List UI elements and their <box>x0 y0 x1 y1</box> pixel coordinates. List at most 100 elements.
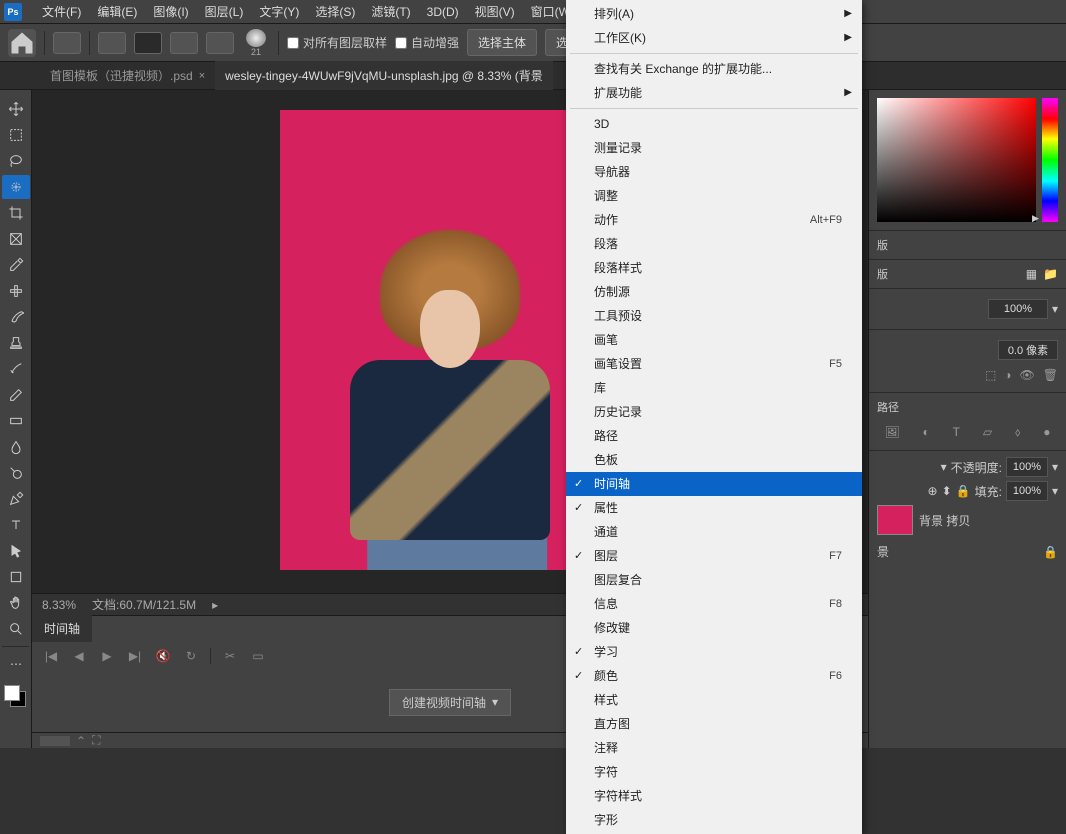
lasso-tool[interactable] <box>2 149 30 173</box>
menu-filter[interactable]: 滤镜(T) <box>363 0 418 24</box>
opacity-input[interactable] <box>1006 457 1048 477</box>
blur-tool[interactable] <box>2 435 30 459</box>
close-icon[interactable]: × <box>199 70 205 82</box>
grid-icon[interactable]: ▦ <box>1026 267 1037 281</box>
layer-name[interactable]: 背景 拷贝 <box>919 512 970 529</box>
menu-library[interactable]: 库 <box>566 376 862 400</box>
dot-icon[interactable]: ● <box>1043 425 1050 440</box>
menu-info[interactable]: 信息F8 <box>566 592 862 616</box>
chevron-down-icon[interactable]: ▾ <box>941 460 947 474</box>
menu-styles[interactable]: 样式 <box>566 688 862 712</box>
eraser-tool[interactable] <box>2 383 30 407</box>
menu-brush-settings[interactable]: 画笔设置F5 <box>566 352 862 376</box>
shape2-icon[interactable]: ▱ <box>983 425 992 440</box>
sel-icon[interactable]: ⬚ <box>985 368 996 382</box>
marquee-tool[interactable] <box>2 123 30 147</box>
audio-icon[interactable]: 🔇 <box>154 647 172 665</box>
menu-view[interactable]: 视图(V) <box>467 0 523 24</box>
color-swatches[interactable] <box>4 685 26 707</box>
edit-toolbar[interactable]: ⋯ <box>2 652 30 676</box>
expand-icon[interactable]: ⛶ <box>92 733 100 748</box>
dodge-tool[interactable] <box>2 461 30 485</box>
swatches-tab[interactable]: 版 <box>877 240 888 252</box>
chevron-down-icon[interactable]: ▾ <box>1052 460 1058 474</box>
tool-preset[interactable] <box>53 32 81 54</box>
heal-tool[interactable] <box>2 279 30 303</box>
transition-icon[interactable]: ▭ <box>249 647 267 665</box>
create-video-timeline-button[interactable]: 创建视频时间轴▾ <box>389 689 511 716</box>
menu-find-extensions[interactable]: 查找有关 Exchange 的扩展功能... <box>566 57 862 81</box>
menu-color[interactable]: ✓颜色F6 <box>566 664 862 688</box>
menu-history[interactable]: 历史记录 <box>566 400 862 424</box>
selection-new[interactable] <box>98 32 126 54</box>
mask2-icon[interactable]: ◐ <box>923 425 930 440</box>
pen-tool[interactable] <box>2 487 30 511</box>
eyedropper-tool[interactable] <box>2 253 30 277</box>
move-tool[interactable] <box>2 97 30 121</box>
img-icon[interactable]: 🖼 <box>884 425 899 440</box>
menu-adjustments[interactable]: 调整 <box>566 184 862 208</box>
stamp-tool[interactable] <box>2 331 30 355</box>
menu-brush[interactable]: 画笔 <box>566 328 862 352</box>
menu-channels[interactable]: 通道 <box>566 520 862 544</box>
type-tool[interactable] <box>2 513 30 537</box>
sample-all-layers[interactable]: 对所有图层取样 <box>287 34 387 51</box>
menu-clone-source[interactable]: 仿制源 <box>566 280 862 304</box>
prev-frame-icon[interactable]: ◀ <box>70 647 88 665</box>
layer-row[interactable]: 景 🔒 <box>877 539 1058 564</box>
selection-add[interactable] <box>134 32 162 54</box>
shape-tool[interactable] <box>2 565 30 589</box>
menu-3d[interactable]: 3D <box>566 112 862 136</box>
chevron-down-icon[interactable]: ▾ <box>1052 484 1058 498</box>
trash-icon[interactable]: 🗑 <box>1043 368 1058 382</box>
folder-icon[interactable]: 📁 <box>1043 267 1058 281</box>
menu-extensions[interactable]: 扩展功能▶ <box>566 81 862 105</box>
lock-icon[interactable]: 🔒 <box>1043 545 1058 559</box>
selection-sub[interactable] <box>170 32 198 54</box>
menu-paragraph[interactable]: 段落 <box>566 232 862 256</box>
document-tab-1[interactable]: 首图模板（迅捷视频）.psd× <box>40 61 215 90</box>
menu-select[interactable]: 选择(S) <box>307 0 363 24</box>
zoom-tool[interactable] <box>2 617 30 641</box>
gradient-tool[interactable] <box>2 409 30 433</box>
menu-image[interactable]: 图像(I) <box>145 0 196 24</box>
menu-glyphs[interactable]: 字形 <box>566 808 862 832</box>
footer-seg[interactable] <box>40 736 70 746</box>
menu-notes[interactable]: 注释 <box>566 736 862 760</box>
menu-tool-presets[interactable]: 工具预设 <box>566 304 862 328</box>
menu-swatches[interactable]: 色板 <box>566 448 862 472</box>
fill-input[interactable] <box>1006 481 1048 501</box>
frame-tool[interactable] <box>2 227 30 251</box>
cut-icon[interactable]: ✂ <box>221 647 239 665</box>
eye-icon[interactable]: 👁 <box>1020 368 1035 382</box>
menu-workspace[interactable]: 工作区(K)▶ <box>566 26 862 50</box>
menu-actions[interactable]: 动作Alt+F9 <box>566 208 862 232</box>
path-select-tool[interactable] <box>2 539 30 563</box>
home-icon[interactable] <box>8 29 36 57</box>
hue-slider[interactable] <box>1042 98 1058 222</box>
layer-row[interactable]: 背景 拷贝 <box>877 501 1058 539</box>
menu-3d[interactable]: 3D(D) <box>419 1 467 23</box>
layer-name[interactable]: 景 <box>877 543 889 560</box>
menu-character[interactable]: 字符 <box>566 760 862 784</box>
menu-measurement[interactable]: 测量记录 <box>566 136 862 160</box>
doc-size[interactable]: 文档:60.7M/121.5M <box>92 596 196 613</box>
brush-preview[interactable]: 21 <box>242 29 270 57</box>
presets-tab[interactable]: 版 <box>877 266 888 282</box>
menu-char-styles[interactable]: 字符样式 <box>566 784 862 808</box>
feather-input[interactable] <box>998 340 1058 360</box>
select-subject-button[interactable]: 选择主体 <box>467 29 537 56</box>
timeline-tab[interactable]: 时间轴 <box>32 615 92 642</box>
menu-navigator[interactable]: 导航器 <box>566 160 862 184</box>
mask-icon[interactable]: ◑ <box>1004 368 1011 382</box>
lock-all-icon[interactable]: 🔒 <box>956 484 971 498</box>
text-icon[interactable]: T <box>953 425 960 440</box>
loop-icon[interactable]: ↻ <box>182 647 200 665</box>
percent-input[interactable] <box>988 299 1048 319</box>
chevron-down-icon[interactable]: ▾ <box>1052 302 1058 316</box>
next-frame-icon[interactable]: ▶| <box>126 647 144 665</box>
lock-pos-icon[interactable]: ⊕ <box>928 484 938 498</box>
status-arrow-icon[interactable]: ▸ <box>212 598 218 612</box>
lock-art-icon[interactable]: ⬍ <box>942 484 952 498</box>
selection-intersect[interactable] <box>206 32 234 54</box>
